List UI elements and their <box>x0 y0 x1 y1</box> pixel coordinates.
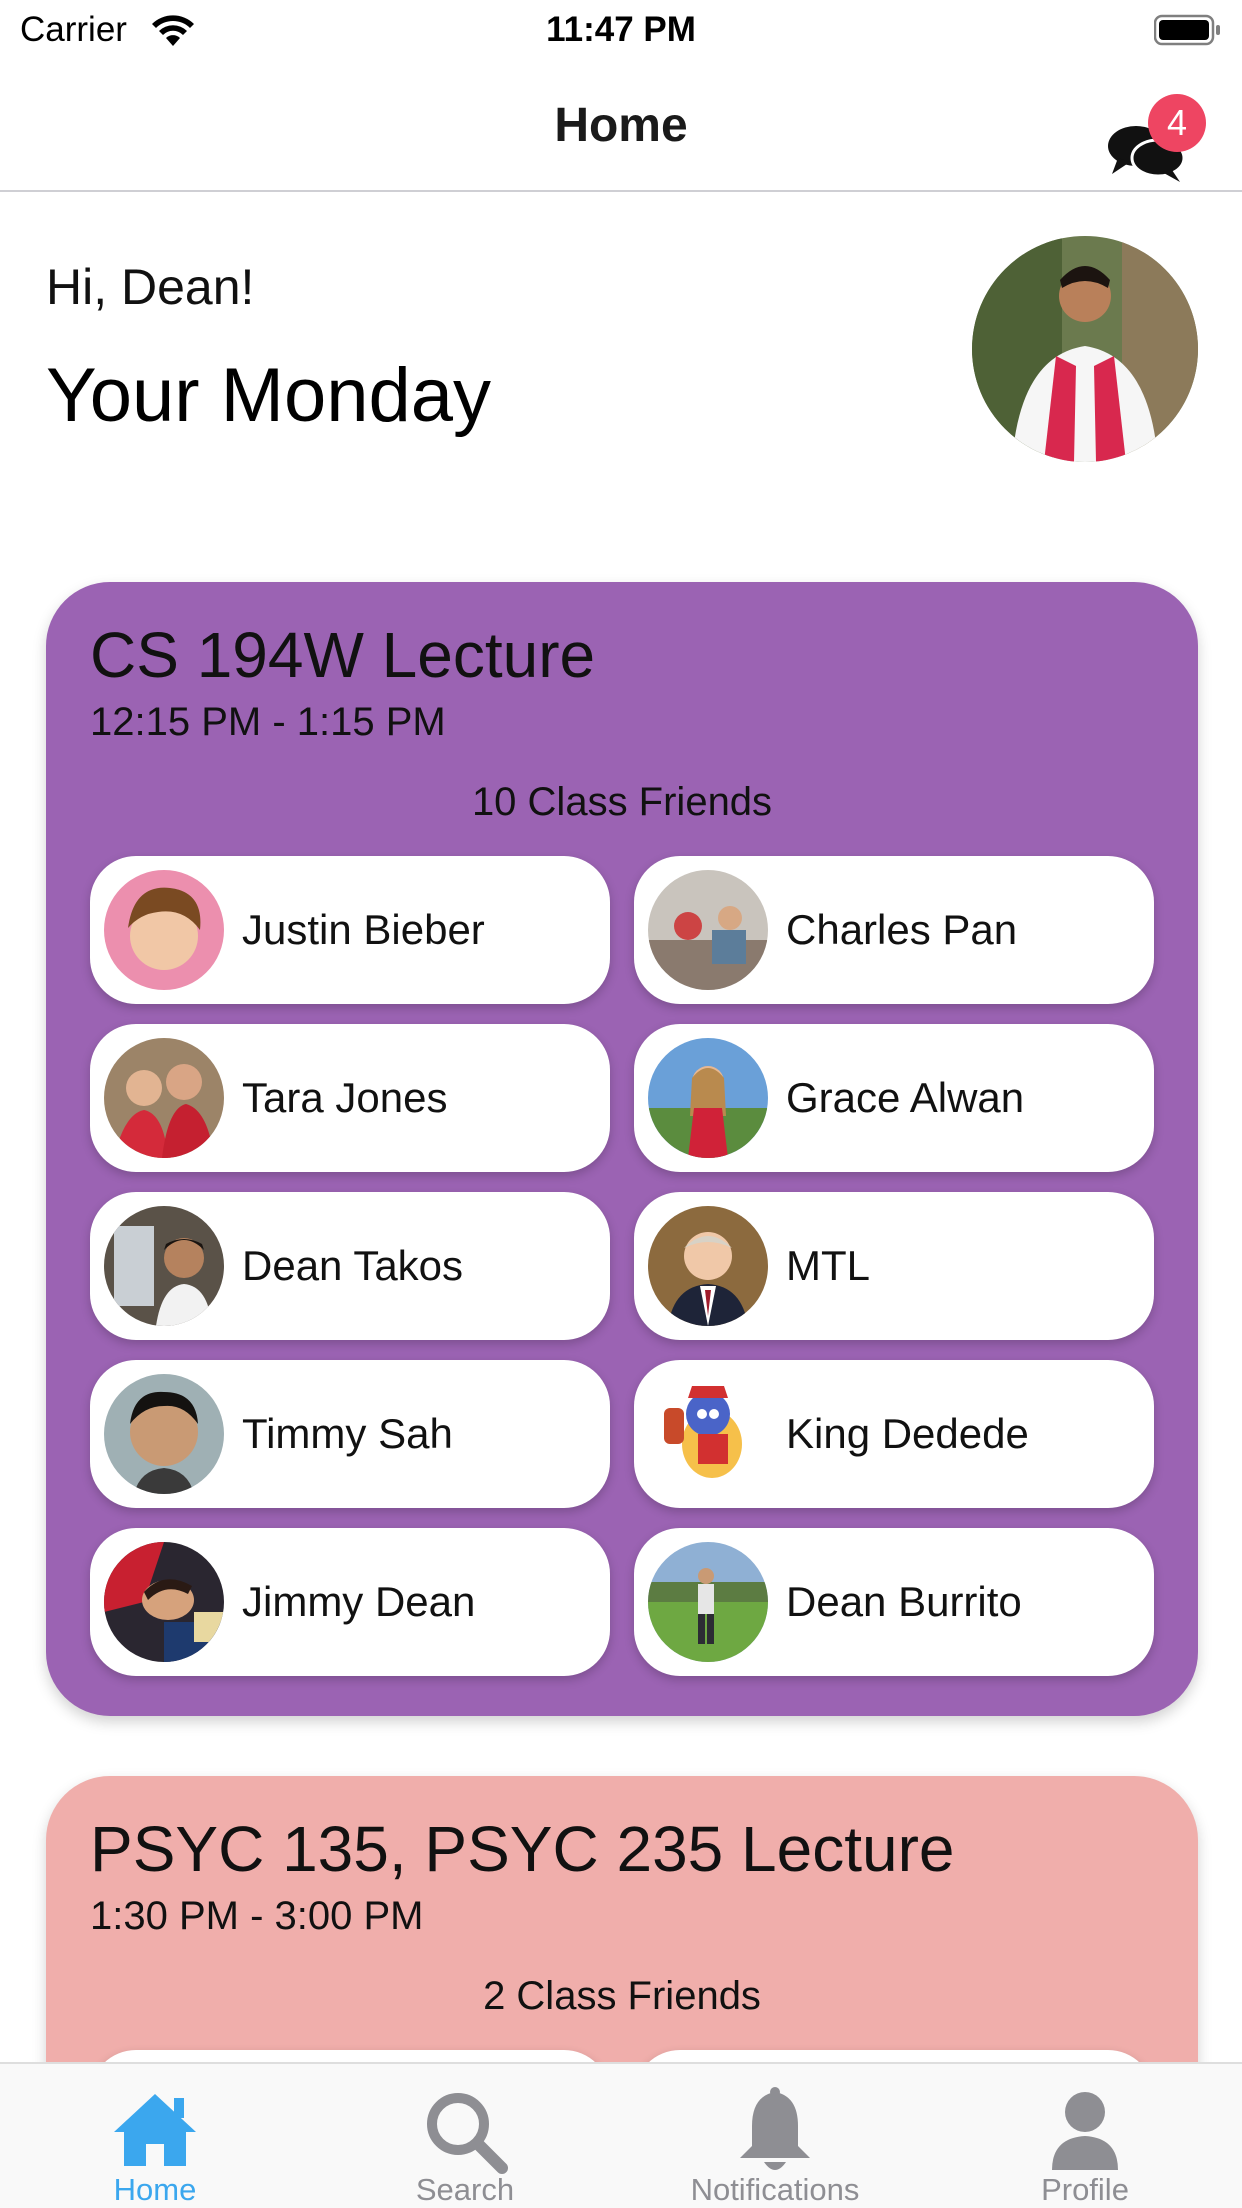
friend-name: Dean Takos <box>242 1242 464 1289</box>
friend-name: Justin Bieber <box>242 906 485 953</box>
tab-bar: Home Search Notifications Profile <box>0 2062 1242 2208</box>
friend-avatar <box>104 1038 224 1158</box>
friend-avatar <box>104 1542 224 1662</box>
friend-avatar <box>648 870 768 990</box>
friend-name: Grace Alwan <box>786 1074 1025 1121</box>
class-title: CS 194W Lecture <box>90 619 596 691</box>
class-card-cs194w[interactable]: CS 194W Lecture 12:15 PM - 1:15 PM 10 Cl… <box>46 582 1198 1716</box>
greeting-text: Hi, Dean! <box>46 259 255 315</box>
clock-label: 11:47 PM <box>546 10 696 49</box>
unread-badge: 4 <box>1148 94 1206 152</box>
search-icon <box>427 2093 508 2174</box>
status-bar: Carrier 11:47 PM <box>0 0 1242 62</box>
friend-avatar <box>104 1206 224 1326</box>
day-heading: Your Monday <box>46 353 492 438</box>
friend-tile-justin-bieber[interactable]: Justin Bieber <box>90 856 610 1004</box>
friend-tile-grace-alwan[interactable]: Grace Alwan <box>634 1024 1154 1172</box>
bell-icon <box>740 2087 810 2170</box>
friend-avatar <box>648 1542 768 1662</box>
tab-label: Profile <box>1041 2172 1129 2207</box>
tab-label: Notifications <box>690 2172 860 2207</box>
friend-tile-king-dedede[interactable]: King Dedede <box>634 1360 1154 1508</box>
user-avatar-image <box>972 236 1198 462</box>
page-title: Home <box>554 99 688 152</box>
friend-tile-tara-jones[interactable]: Tara Jones <box>90 1024 610 1172</box>
class-time: 12:15 PM - 1:15 PM <box>90 700 446 744</box>
friend-avatar <box>104 1374 224 1494</box>
class-time: 1:30 PM - 3:00 PM <box>90 1894 424 1938</box>
battery-icon <box>1154 14 1220 46</box>
friend-avatar <box>648 1374 768 1494</box>
person-icon <box>1052 2092 1118 2170</box>
class-friends-count: 10 Class Friends <box>471 780 773 824</box>
tab-notifications[interactable]: Notifications <box>620 2064 930 2208</box>
friend-avatar <box>104 870 224 990</box>
class-friends-count: 2 Class Friends <box>483 1974 761 2018</box>
friend-name: King Dedede <box>786 1410 1029 1457</box>
class-title: PSYC 135, PSYC 235 Lecture <box>90 1813 955 1885</box>
friend-tile-timmy-sah[interactable]: Timmy Sah <box>90 1360 610 1508</box>
tab-profile[interactable]: Profile <box>930 2064 1240 2208</box>
friend-tile-jimmy-dean[interactable]: Jimmy Dean <box>90 1528 610 1676</box>
friend-tile-mtl[interactable]: MTL <box>634 1192 1154 1340</box>
friend-name: Tara Jones <box>242 1074 448 1121</box>
friend-name: Charles Pan <box>786 906 1018 953</box>
friend-name: Dean Burrito <box>786 1578 1022 1625</box>
tab-label: Search <box>415 2172 515 2207</box>
messages-button[interactable]: 4 <box>1100 92 1206 192</box>
tab-search[interactable]: Search <box>310 2064 620 2208</box>
friend-tile-dean-burrito[interactable]: Dean Burrito <box>634 1528 1154 1676</box>
friend-avatar <box>648 1038 768 1158</box>
friend-name: Jimmy Dean <box>242 1578 476 1625</box>
friend-tile-dean-takos[interactable]: Dean Takos <box>90 1192 610 1340</box>
friend-tile-charles-pan[interactable]: Charles Pan <box>634 856 1154 1004</box>
friend-name: Timmy Sah <box>242 1410 453 1457</box>
friend-avatar <box>648 1206 768 1326</box>
friend-name: MTL <box>786 1242 870 1289</box>
home-icon <box>114 2094 196 2166</box>
user-avatar[interactable] <box>972 236 1198 462</box>
tab-label: Home <box>113 2172 197 2207</box>
navigation-bar: Home 4 <box>0 62 1242 192</box>
tab-home[interactable]: Home <box>0 2064 310 2208</box>
